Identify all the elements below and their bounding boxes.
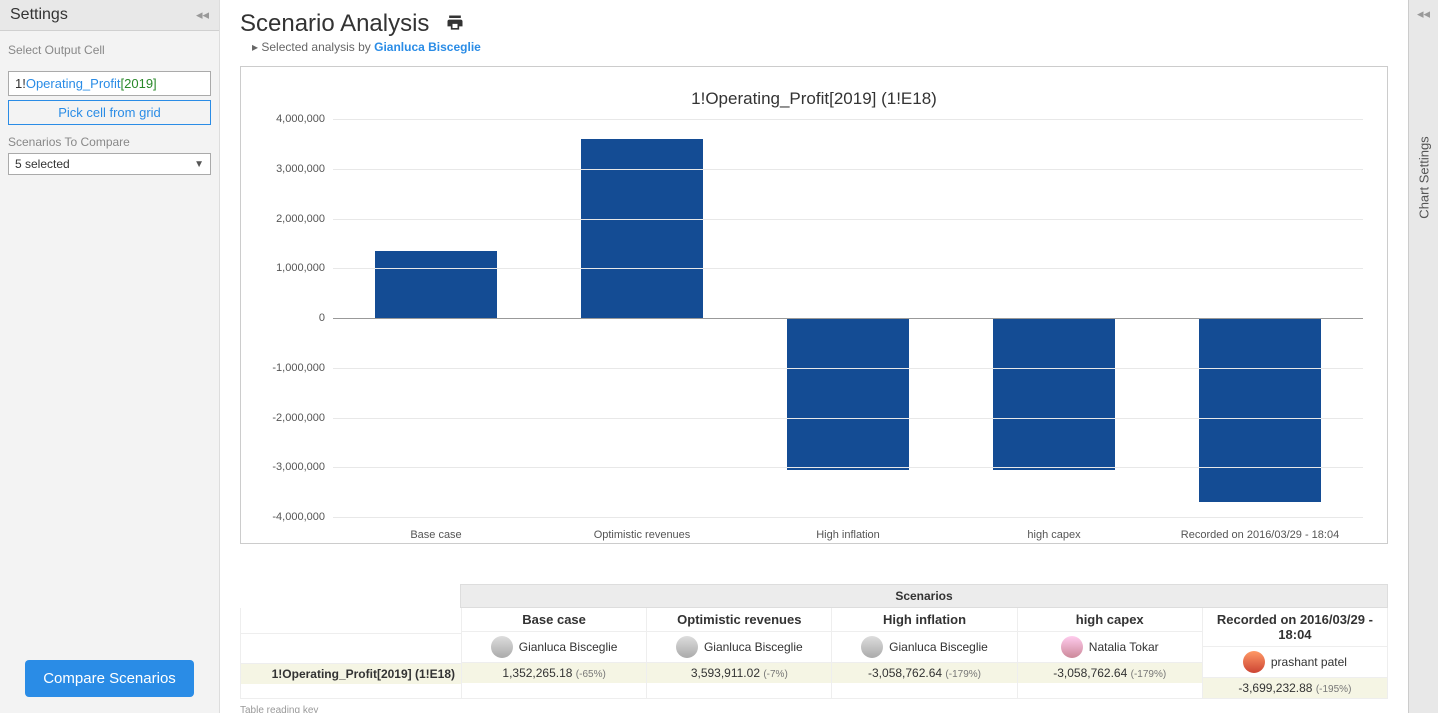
sidebar-header: Settings ◂◂ xyxy=(0,0,219,31)
y-axis-label: -3,000,000 xyxy=(255,461,325,473)
row-header-column: 1!Operating_Profit[2019] (1!E18) xyxy=(241,608,461,698)
chevron-down-icon: ▼ xyxy=(194,159,204,170)
avatar xyxy=(491,636,513,658)
author-link[interactable]: Gianluca Bisceglie xyxy=(374,40,481,54)
chart-container: 1!Operating_Profit[2019] (1!E18) Base ca… xyxy=(240,66,1388,544)
column-header: high capex xyxy=(1018,608,1202,632)
scenarios-select-value: 5 selected xyxy=(15,157,70,171)
bar[interactable] xyxy=(375,251,497,318)
y-axis-label: -1,000,000 xyxy=(255,362,325,374)
gridline xyxy=(333,517,1363,518)
sidebar-title: Settings xyxy=(10,6,68,24)
column-header: Base case xyxy=(462,608,646,632)
user-name: Gianluca Bisceglie xyxy=(519,640,618,654)
pct-change: (-179%) xyxy=(945,669,981,680)
user-name: Gianluca Bisceglie xyxy=(704,640,803,654)
page-title: Scenario Analysis xyxy=(240,10,429,38)
x-axis-label: Recorded on 2016/03/29 - 18:04 xyxy=(1181,529,1339,541)
pct-change: (-7%) xyxy=(763,669,787,680)
y-axis-label: -2,000,000 xyxy=(255,412,325,424)
x-axis-label: High inflation xyxy=(816,529,880,541)
scenarios-select[interactable]: 5 selected ▼ xyxy=(8,153,211,175)
cell-ref-year: [2019] xyxy=(121,76,157,91)
column-value: 1,352,265.18 (-65%) xyxy=(462,663,646,683)
compare-scenarios-button[interactable]: Compare Scenarios xyxy=(25,660,194,697)
sidebar-footer: Compare Scenarios xyxy=(0,644,219,713)
bar[interactable] xyxy=(1199,318,1321,502)
scenario-column: High inflation Gianluca Bisceglie -3,058,7… xyxy=(831,608,1016,698)
bar[interactable] xyxy=(993,318,1115,470)
user-name: Natalia Tokar xyxy=(1089,640,1159,654)
gridline xyxy=(333,467,1363,468)
column-user: Gianluca Bisceglie xyxy=(832,632,1016,663)
gridline xyxy=(333,418,1363,419)
cell-ref-name: Operating_Profit xyxy=(26,76,121,91)
avatar xyxy=(1061,636,1083,658)
column-value: -3,058,762.64 (-179%) xyxy=(832,663,1016,683)
gridline xyxy=(333,268,1363,269)
scenario-column: Recorded on 2016/03/29 - 18:04 prashant p… xyxy=(1202,608,1387,698)
scenario-table: Scenarios 1!Operating_Profit[2019] (1!E1… xyxy=(240,584,1388,713)
x-axis-label: Optimistic revenues xyxy=(594,529,691,541)
scenario-column: Base case Gianluca Bisceglie 1,352,265.18 … xyxy=(461,608,646,698)
data-columns: Base case Gianluca Bisceglie 1,352,265.18 … xyxy=(461,608,1387,698)
right-rail: ◂◂ Chart Settings xyxy=(1408,0,1438,713)
y-axis-label: -4,000,000 xyxy=(255,511,325,523)
y-axis-label: 2,000,000 xyxy=(255,213,325,225)
column-value: 3,593,911.02 (-7%) xyxy=(647,663,831,683)
pick-cell-button[interactable]: Pick cell from grid xyxy=(8,100,211,125)
sidebar-body: Select Output Cell 1!Operating_Profit[20… xyxy=(0,31,219,644)
print-icon[interactable] xyxy=(445,13,465,36)
x-axis-label: high capex xyxy=(1027,529,1080,541)
output-cell-label: Select Output Cell xyxy=(8,43,211,57)
scenario-column: Optimistic revenues Gianluca Bisceglie 3,5… xyxy=(646,608,831,698)
column-user: Gianluca Bisceglie xyxy=(647,632,831,663)
y-axis-label: 3,000,000 xyxy=(255,163,325,175)
gridline xyxy=(333,169,1363,170)
gridline xyxy=(333,318,1363,319)
y-axis-label: 4,000,000 xyxy=(255,113,325,125)
column-user: prashant patel xyxy=(1203,647,1387,678)
subtitle: ▸ Selected analysis by Gianluca Biscegli… xyxy=(252,40,1388,54)
pct-change: (-65%) xyxy=(576,669,606,680)
user-name: Gianluca Bisceglie xyxy=(889,640,988,654)
chart-plot-area: Base caseOptimistic revenuesHigh inflati… xyxy=(333,119,1363,517)
output-cell-input[interactable]: 1!Operating_Profit[2019] xyxy=(8,71,211,96)
expand-rail-icon[interactable]: ◂◂ xyxy=(1409,0,1438,22)
pct-change: (-179%) xyxy=(1131,669,1167,680)
sidebar: Settings ◂◂ Select Output Cell 1!Operati… xyxy=(0,0,220,713)
column-header: Recorded on 2016/03/29 - 18:04 xyxy=(1203,608,1387,647)
gridline xyxy=(333,119,1363,120)
main-content: Scenario Analysis ▸ Selected analysis by… xyxy=(220,0,1408,713)
table-footnote: Table reading key xyxy=(240,705,1388,713)
scenario-column: high capex Natalia Tokar -3,058,762.64 (-1… xyxy=(1017,608,1202,698)
cell-ref-prefix: 1! xyxy=(15,76,26,91)
pct-change: (-195%) xyxy=(1316,684,1352,695)
column-user: Natalia Tokar xyxy=(1018,632,1202,663)
gridline xyxy=(333,368,1363,369)
subtitle-prefix: Selected analysis by xyxy=(261,40,370,54)
avatar xyxy=(676,636,698,658)
bar[interactable] xyxy=(581,139,703,318)
user-name: prashant patel xyxy=(1271,655,1347,669)
column-header: High inflation xyxy=(832,608,1016,632)
column-header: Optimistic revenues xyxy=(647,608,831,632)
gridline xyxy=(333,219,1363,220)
scenarios-header: Scenarios xyxy=(460,584,1388,608)
bar[interactable] xyxy=(787,318,909,470)
y-axis-label: 0 xyxy=(255,312,325,324)
row-label: 1!Operating_Profit[2019] (1!E18) xyxy=(241,664,461,684)
chart-settings-label[interactable]: Chart Settings xyxy=(1416,136,1431,218)
collapse-sidebar-icon[interactable]: ◂◂ xyxy=(196,7,209,23)
title-row: Scenario Analysis xyxy=(240,10,1388,38)
avatar xyxy=(1243,651,1265,673)
x-axis-label: Base case xyxy=(410,529,461,541)
avatar xyxy=(861,636,883,658)
column-value: -3,699,232.88 (-195%) xyxy=(1203,678,1387,698)
column-value: -3,058,762.64 (-179%) xyxy=(1018,663,1202,683)
chart-title: 1!Operating_Profit[2019] (1!E18) xyxy=(245,89,1383,109)
y-axis-label: 1,000,000 xyxy=(255,262,325,274)
scenarios-compare-label: Scenarios To Compare xyxy=(8,135,211,149)
column-user: Gianluca Bisceglie xyxy=(462,632,646,663)
